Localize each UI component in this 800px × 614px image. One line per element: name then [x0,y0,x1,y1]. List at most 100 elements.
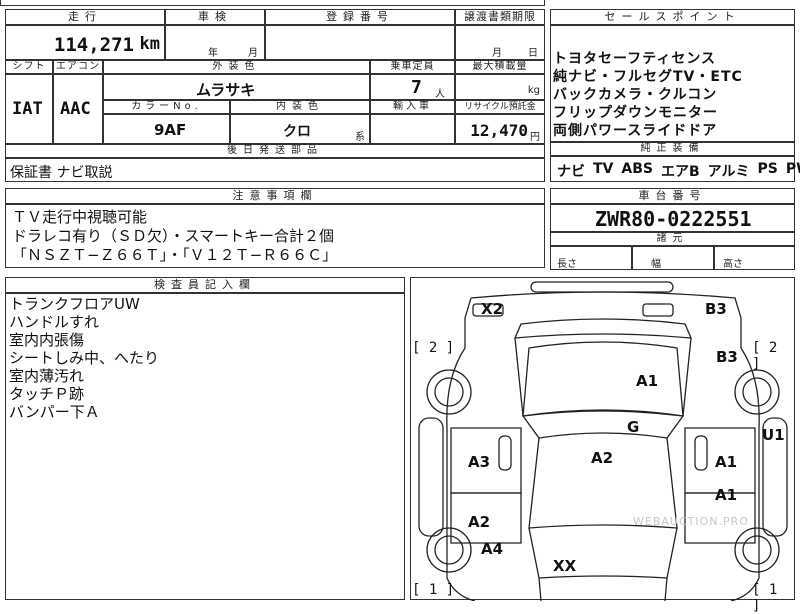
inspector-line: 室内内張傷 [9,331,85,349]
equipment-list: ナビ TV ABS エアB アルミ PS PW [557,161,800,181]
bracket-left-front: [ 1 ] [412,582,455,598]
exterior-color-cell: ムラサキ [103,74,370,100]
exterior-color-value: ムラサキ [196,81,256,99]
mileage-unit: km [139,34,160,54]
mark-roof: A1 [636,372,659,390]
mark-center: A2 [591,449,614,467]
auction-sheet: 走行 車検 登録番号 譲渡書類期限 114,271 km 年 月 月 日 シフト… [0,0,800,614]
equipment-item: TV [593,161,614,177]
sales-point-item: フリップダウンモニター [553,105,718,121]
chassis-value: ZWR80-0222551 [595,207,752,231]
notes-cell: ＴＶ走行中視聴可能 ドラレコ有り（ＳＤ欠）・スマートキー合計２個 「ＮＳＺＴ−Ｚ… [5,204,545,268]
equipment-item: ABS [621,161,653,177]
interior-color-header: 内装色 [230,100,370,114]
rear-bumper-shape [530,281,674,293]
transfer-month-label: 月 [492,48,502,59]
car-diagram-svg [418,281,788,601]
mark-right-front-door: A1 [715,453,738,471]
mark-right-front-fender: A1 [715,486,738,504]
aircon-header: エアコン [53,60,103,74]
mark-rear-right: B3 [705,300,727,318]
color-no-header: カラーNo. [103,100,230,114]
equipment-item: PS [757,161,778,177]
capacity-header: 乗車定員 [370,60,455,74]
aircon-cell: AAC [53,74,103,144]
left-skirt-shape [418,417,444,537]
bracket-right-front: [ 1 ] [752,582,778,614]
sales-point-item: バックカメラ・クルコン [553,87,718,103]
equipment-cell: ナビ TV ABS エアB アルミ PS PW [550,156,800,182]
interior-color-suffix: 系 [355,132,365,143]
inspector-line: バンパー下Ａ [9,403,100,421]
mark-right-panel: U1 [762,426,785,444]
length-label: 長さ [557,259,577,270]
sales-point-item: トヨタセーフティセンス [553,51,717,67]
top-strip [0,0,545,6]
mileage-header: 走行 [5,9,165,25]
front-bumper-lines [538,577,668,601]
inspector-header: 検査員記入欄 [5,277,405,293]
transfer-day-label: 日 [528,48,538,59]
capacity-cell: 7 人 [370,74,455,100]
inspector-line: シートしみ中、へたり [9,349,160,367]
length-cell: 長さ [550,246,632,270]
glass-shape [521,409,685,439]
width-cell: 幅 [632,246,714,270]
bracket-left-rear: [ 2 ] [412,340,455,356]
shift-header: シフト [5,60,53,74]
mark-left-front-door: A3 [468,453,491,471]
mileage-value: 114,271 [53,34,134,56]
sales-points-header: セールスポイント [550,9,795,25]
inspection-month-label: 月 [248,48,258,59]
inspection-header: 車検 [165,9,265,25]
mark-glass: G [627,418,640,436]
inspector-line: タッチＰ跡 [9,385,85,403]
watermark: WEBAUCTION.PRO [633,515,749,528]
interior-color-cell: クロ 系 [230,114,370,144]
bracket-right-rear: [ 2 ] [752,340,778,372]
later-parts-value: 保証書 ナビ取説 [10,165,113,181]
note-line: ＴＶ走行中視聴可能 [12,208,148,226]
sales-points-cell: トヨタセーフティセンス 純ナビ・フルセグTV・ETC バックカメラ・クルコン フ… [550,25,795,142]
recycle-unit: 円 [530,132,540,143]
inspector-line: トランクフロアUW [9,295,140,313]
transfer-cell: 月 日 [455,25,545,60]
front-shape [528,527,678,579]
left-front-wheel-shape [426,527,472,573]
equipment-item: エアB [660,164,700,180]
inspector-line: ハンドルすれ [9,313,100,331]
recycle-cell: 12,470 円 [455,114,545,144]
height-label: 高さ [723,259,743,270]
right-mirror-shape [694,435,708,471]
mark-front: XX [553,557,577,575]
max-load-cell: kg [455,74,545,100]
mark-rear-left: X2 [481,300,504,318]
height-cell: 高さ [714,246,795,270]
notes-list: ＴＶ走行中視聴可能 ドラレコ有り（ＳＤ欠）・スマートキー合計２個 「ＮＳＺＴ−Ｚ… [12,208,337,265]
color-no-cell: 9AF [103,114,230,144]
right-front-wheel-shape [734,527,780,573]
inspector-cell: トランクフロアUW ハンドルすれ 室内内張傷 シートしみ中、へたり 室内薄汚れ … [5,293,405,600]
recycle-header: リサイクル預託金 [455,100,545,114]
left-mirror-shape [498,435,512,471]
note-line: 「ＮＳＺＴ−Ｚ６６Ｔ」・「Ｖ１２Ｔ−Ｒ６６Ｃ」 [12,246,338,264]
equipment-item: ナビ [557,164,585,180]
roof-shape [522,341,684,417]
import-header: 輸入車 [370,100,455,114]
chassis-cell: ZWR80-0222551 [550,204,795,232]
later-parts-header: 後日発送部品 [5,144,545,158]
note-line: ドラレコ有り（ＳＤ欠）・スマートキー合計２個 [12,227,335,245]
width-label: 幅 [651,259,661,270]
equipment-item: PW [785,161,800,177]
car-diagram: X2 B3 B3 A1 U1 G A3 A2 A1 A1 A2 A4 XX [ … [410,277,795,614]
max-load-unit: kg [527,85,540,96]
inspection-year-label: 年 [208,48,218,59]
inspector-line: 室内薄汚れ [9,367,85,385]
sales-points-list: トヨタセーフティセンス 純ナビ・フルセグTV・ETC バックカメラ・クルコン フ… [553,50,743,140]
rear-right-light-shape [642,303,674,317]
color-no-value: 9AF [154,121,187,139]
shift-value: IAT [12,99,43,119]
later-parts-cell: 保証書 ナビ取説 [5,158,545,182]
mileage-cell: 114,271 km [5,25,165,60]
exterior-color-header: 外装色 [103,60,370,74]
